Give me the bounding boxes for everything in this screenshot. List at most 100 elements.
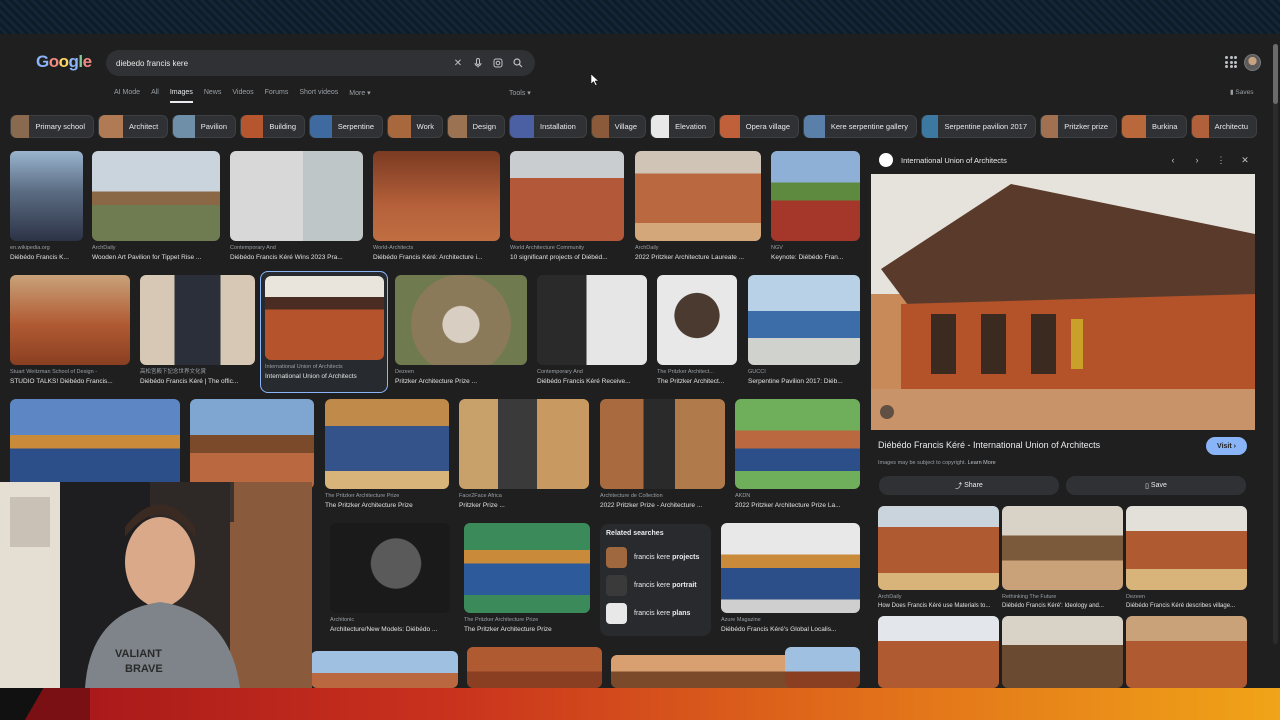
result-image[interactable] [92,151,220,241]
preview-related-image[interactable] [1002,506,1123,590]
chip-architect[interactable]: Architect [98,115,168,138]
result-image[interactable] [657,275,737,365]
result-caption[interactable]: en.wikipedia.org Diébédo Francis K... [10,244,83,262]
chip-pritzker-prize[interactable]: Pritzker prize [1040,115,1117,138]
tab-forums[interactable]: Forums [265,89,289,103]
result-image[interactable] [467,647,602,688]
tools-button[interactable]: Tools ▾ [509,89,531,97]
learn-more-link[interactable]: Learn More [968,460,996,466]
result-caption[interactable]: World-Architects Diébédo Francis Kéré: Ar… [373,244,500,262]
result-caption[interactable]: ArchDaily 2022 Pritzker Architecture Laur… [635,244,761,262]
result-image[interactable] [748,275,860,365]
result-image[interactable] [373,151,500,241]
tab-all[interactable]: All [151,89,159,103]
result-image[interactable] [190,399,314,489]
chip-work[interactable]: Work [387,115,443,138]
result-image[interactable] [395,275,527,365]
tab-videos[interactable]: Videos [232,89,253,103]
google-logo[interactable]: Google [36,52,92,72]
chip-kere-serpentine-gallery[interactable]: Kere serpentine gallery [803,115,917,138]
chip-opera-village[interactable]: Opera village [719,115,799,138]
page-scrollbar[interactable] [1273,44,1278,644]
related-search-item[interactable]: francis kere projects [606,543,705,571]
result-caption[interactable]: 高松宮殿下記念世界文化賞 Diébédo Francis Kéré | The o… [140,368,255,386]
preview-related-image[interactable] [878,616,999,688]
clear-icon[interactable]: ✕ [451,56,465,70]
result-caption[interactable]: Architonic Architecture/New Models: Diébé… [330,616,450,634]
result-image[interactable] [10,399,180,489]
result-image[interactable] [735,399,860,489]
result-caption[interactable]: AKDN 2022 Pritzker Architecture Prize La.… [735,492,860,510]
result-image[interactable] [537,275,647,365]
search-bar[interactable]: diebedo francis kere ✕ [106,50,535,76]
result-image[interactable] [265,276,384,360]
account-avatar[interactable] [1244,54,1261,71]
result-image[interactable] [771,151,860,241]
result-image[interactable] [459,399,589,489]
result-caption[interactable]: Contemporary And Diébédo Francis Kéré Rec… [537,368,647,386]
result-caption[interactable]: World Architecture Community 10 significa… [510,244,624,262]
tab-short-videos[interactable]: Short videos [299,89,338,103]
chip-building[interactable]: Building [240,115,305,138]
chip-serpentine[interactable]: Serpentine [309,115,383,138]
preview-site-name[interactable]: International Union of Architects [901,156,1161,165]
microphone-icon[interactable] [471,56,485,70]
preview-related-image[interactable] [1126,616,1247,688]
preview-main-image[interactable] [871,174,1255,430]
result-caption[interactable]: The Pritzker Architecture Prize The Pritz… [325,492,449,510]
share-button[interactable]: ⤴ Share [879,476,1059,495]
preview-related-caption[interactable]: Dezeen Diébédo Francis Kéré describes vil… [1126,593,1247,611]
result-caption[interactable]: NGV Keynote: Diébédo Fran... [771,244,860,262]
result-image[interactable] [311,651,458,688]
result-image[interactable] [510,151,624,241]
result-image[interactable] [230,151,363,241]
chip-architectu[interactable]: Architectu [1191,115,1257,138]
preview-related-image[interactable] [1126,506,1247,590]
result-caption[interactable]: Stuart Weitzman School of Design - STUDIO… [10,368,130,386]
chip-burkina[interactable]: Burkina [1121,115,1187,138]
result-image[interactable] [785,647,860,688]
chip-pavilion[interactable]: Pavilion [172,115,236,138]
result-image[interactable] [325,399,449,489]
result-image[interactable] [330,523,450,613]
preview-title[interactable]: Diébédo Francis Kéré - International Uni… [878,440,1100,450]
result-caption[interactable]: ArchDaily Wooden Art Pavilion for Tippet … [92,244,220,262]
chip-installation[interactable]: Installation [509,115,587,138]
result-image[interactable] [635,151,761,241]
preview-related-caption[interactable]: ArchDaily How Does Francis Kéré use Mater… [878,593,999,611]
visit-button[interactable]: Visit › [1206,437,1247,455]
related-search-item[interactable]: francis kere plans [606,599,705,627]
result-caption[interactable]: The Pritzker Architecture Prize The Pritz… [464,616,590,634]
result-image[interactable] [600,399,725,489]
chip-primary-school[interactable]: Primary school [10,115,94,138]
result-caption[interactable]: Azure Magazine Diébédo Francis Kéré's Glo… [721,616,860,634]
tab-images[interactable]: Images [169,89,193,103]
tab-news[interactable]: News [204,89,222,103]
preview-related-image[interactable] [878,506,999,590]
result-image[interactable] [10,275,130,365]
saves-button[interactable]: ▮ Saves [1230,88,1253,96]
close-icon[interactable]: ✕ [1233,155,1257,166]
result-image[interactable] [140,275,255,365]
result-caption[interactable]: GUCCI Serpentine Pavilion 2017: Diéb... [748,368,860,386]
chevron-left-icon[interactable]: ‹ [1161,155,1185,165]
result-caption[interactable]: International Union of Architects Interna… [265,363,384,381]
more-vert-icon[interactable]: ⋮ [1209,155,1233,166]
result-image[interactable] [10,151,83,241]
result-caption[interactable]: The Pritzker Architect... The Pritzker Ar… [657,368,737,386]
chip-village[interactable]: Village [591,115,646,138]
save-button[interactable]: ▯ Save [1066,476,1246,495]
chip-elevation[interactable]: Elevation [650,115,715,138]
lens-icon[interactable] [491,56,505,70]
result-image[interactable] [464,523,590,613]
chip-design[interactable]: Design [447,115,505,138]
search-icon[interactable] [511,56,525,70]
search-input[interactable]: diebedo francis kere [116,59,445,68]
result-caption[interactable]: Contemporary And Diébédo Francis Kéré Win… [230,244,363,262]
result-image[interactable] [721,523,860,613]
tab-more[interactable]: More ▾ [349,89,370,103]
chevron-right-icon[interactable]: › [1185,155,1209,165]
tab-ai-mode[interactable]: AI Mode [114,89,140,103]
result-caption[interactable]: Architecture de Collection 2022 Pritzker … [600,492,725,510]
result-caption[interactable]: Dezeen Pritzker Architecture Prize ... [395,368,527,386]
